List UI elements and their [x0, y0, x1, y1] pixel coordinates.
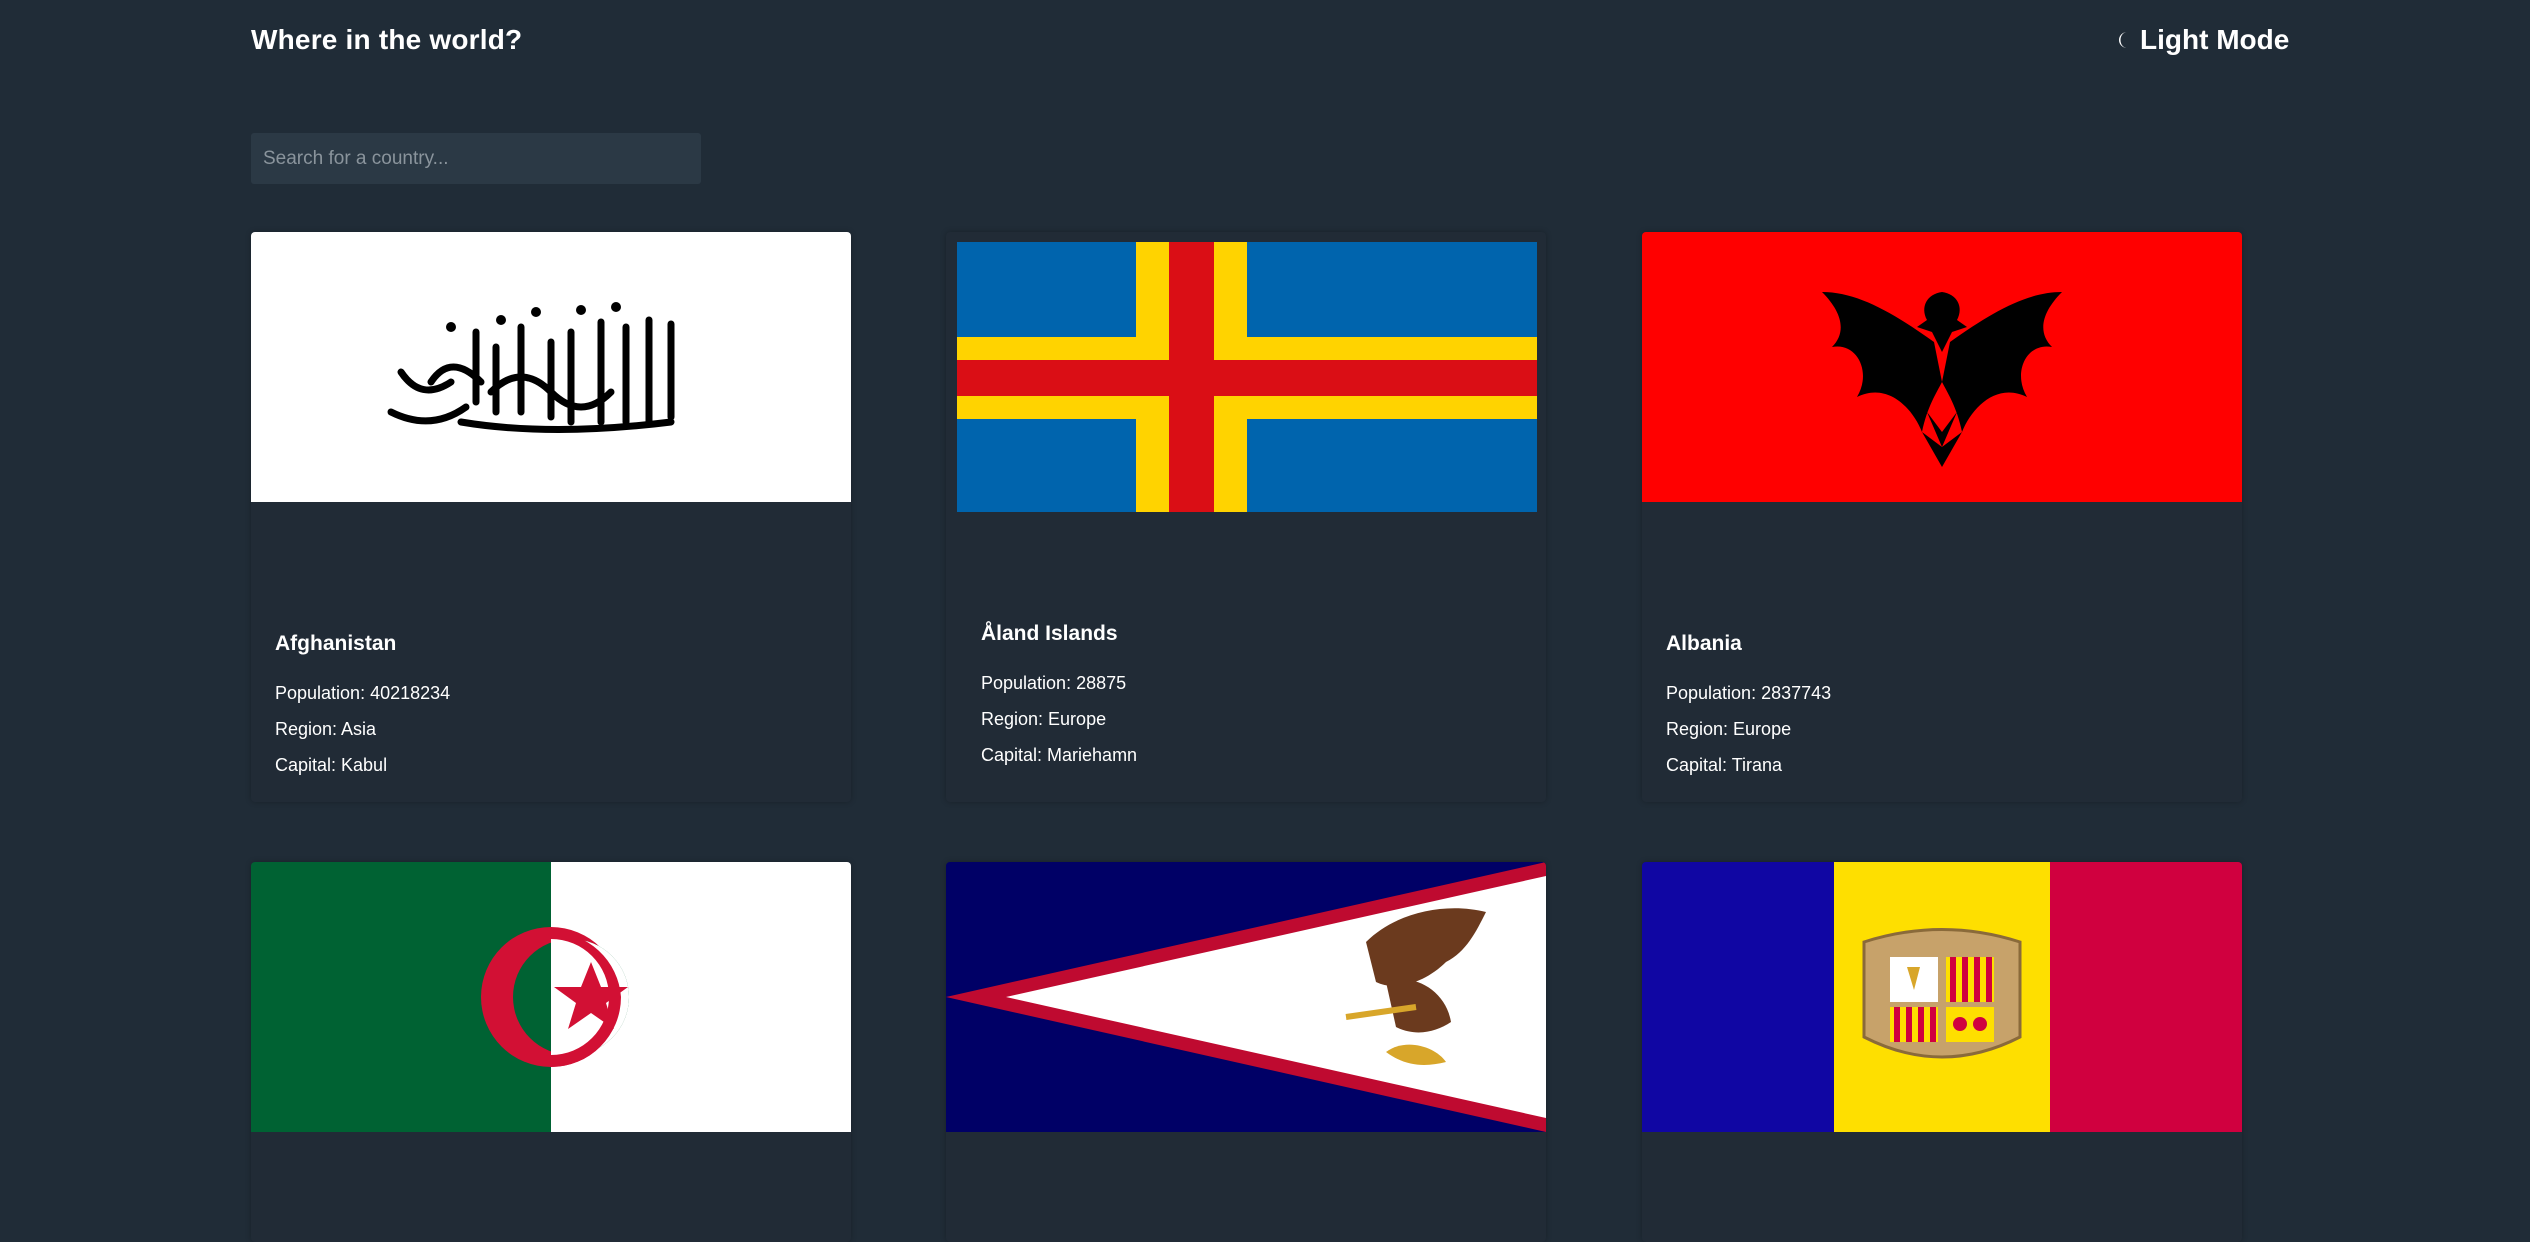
- country-card-albania[interactable]: Albania Population: 2837743 Region: Euro…: [1642, 232, 2242, 802]
- country-capital: Capital: Kabul: [275, 755, 388, 775]
- country-card-american-samoa[interactable]: [946, 862, 1546, 1242]
- american-samoa-flag: [946, 862, 1546, 1132]
- light-mode-toggle[interactable]: Light Mode: [2112, 24, 2289, 56]
- country-population: Population: 40218234: [275, 683, 451, 703]
- country-region: Region: Europe: [1666, 719, 1792, 739]
- country-capital: Capital: Mariehamn: [981, 745, 1138, 765]
- country-card-algeria[interactable]: [251, 862, 851, 1242]
- country-card-andorra[interactable]: [1642, 862, 2242, 1242]
- country-name: Albania: [1666, 632, 1742, 655]
- albania-flag: [1642, 232, 2242, 502]
- aland-islands-flag: [957, 242, 1537, 512]
- country-name: Afghanistan: [275, 632, 397, 655]
- light-mode-label: Light Mode: [2140, 24, 2290, 55]
- country-population: Population: 28875: [981, 673, 1127, 693]
- country-card-aland-islands[interactable]: Åland Islands Population: 28875 Region: …: [946, 232, 1546, 802]
- country-region: Region: Europe: [981, 709, 1107, 729]
- algeria-flag: [251, 862, 851, 1132]
- search-input[interactable]: [251, 133, 701, 184]
- search-box: [251, 133, 701, 184]
- country-capital: Capital: Tirana: [1666, 755, 1783, 775]
- andorra-flag: [1642, 862, 2242, 1132]
- country-population: Population: 2837743: [1666, 683, 1832, 703]
- country-region: Region: Asia: [275, 719, 377, 739]
- header: Where in the world? Light Mode: [0, 0, 2530, 84]
- app-title: Where in the world?: [251, 24, 523, 55]
- country-card-afghanistan[interactable]: Afghanistan Population: 40218234 Region:…: [251, 232, 851, 802]
- afghanistan-flag: [251, 232, 851, 502]
- country-name: Åland Islands: [981, 622, 1118, 645]
- moon-icon: [2112, 26, 2134, 54]
